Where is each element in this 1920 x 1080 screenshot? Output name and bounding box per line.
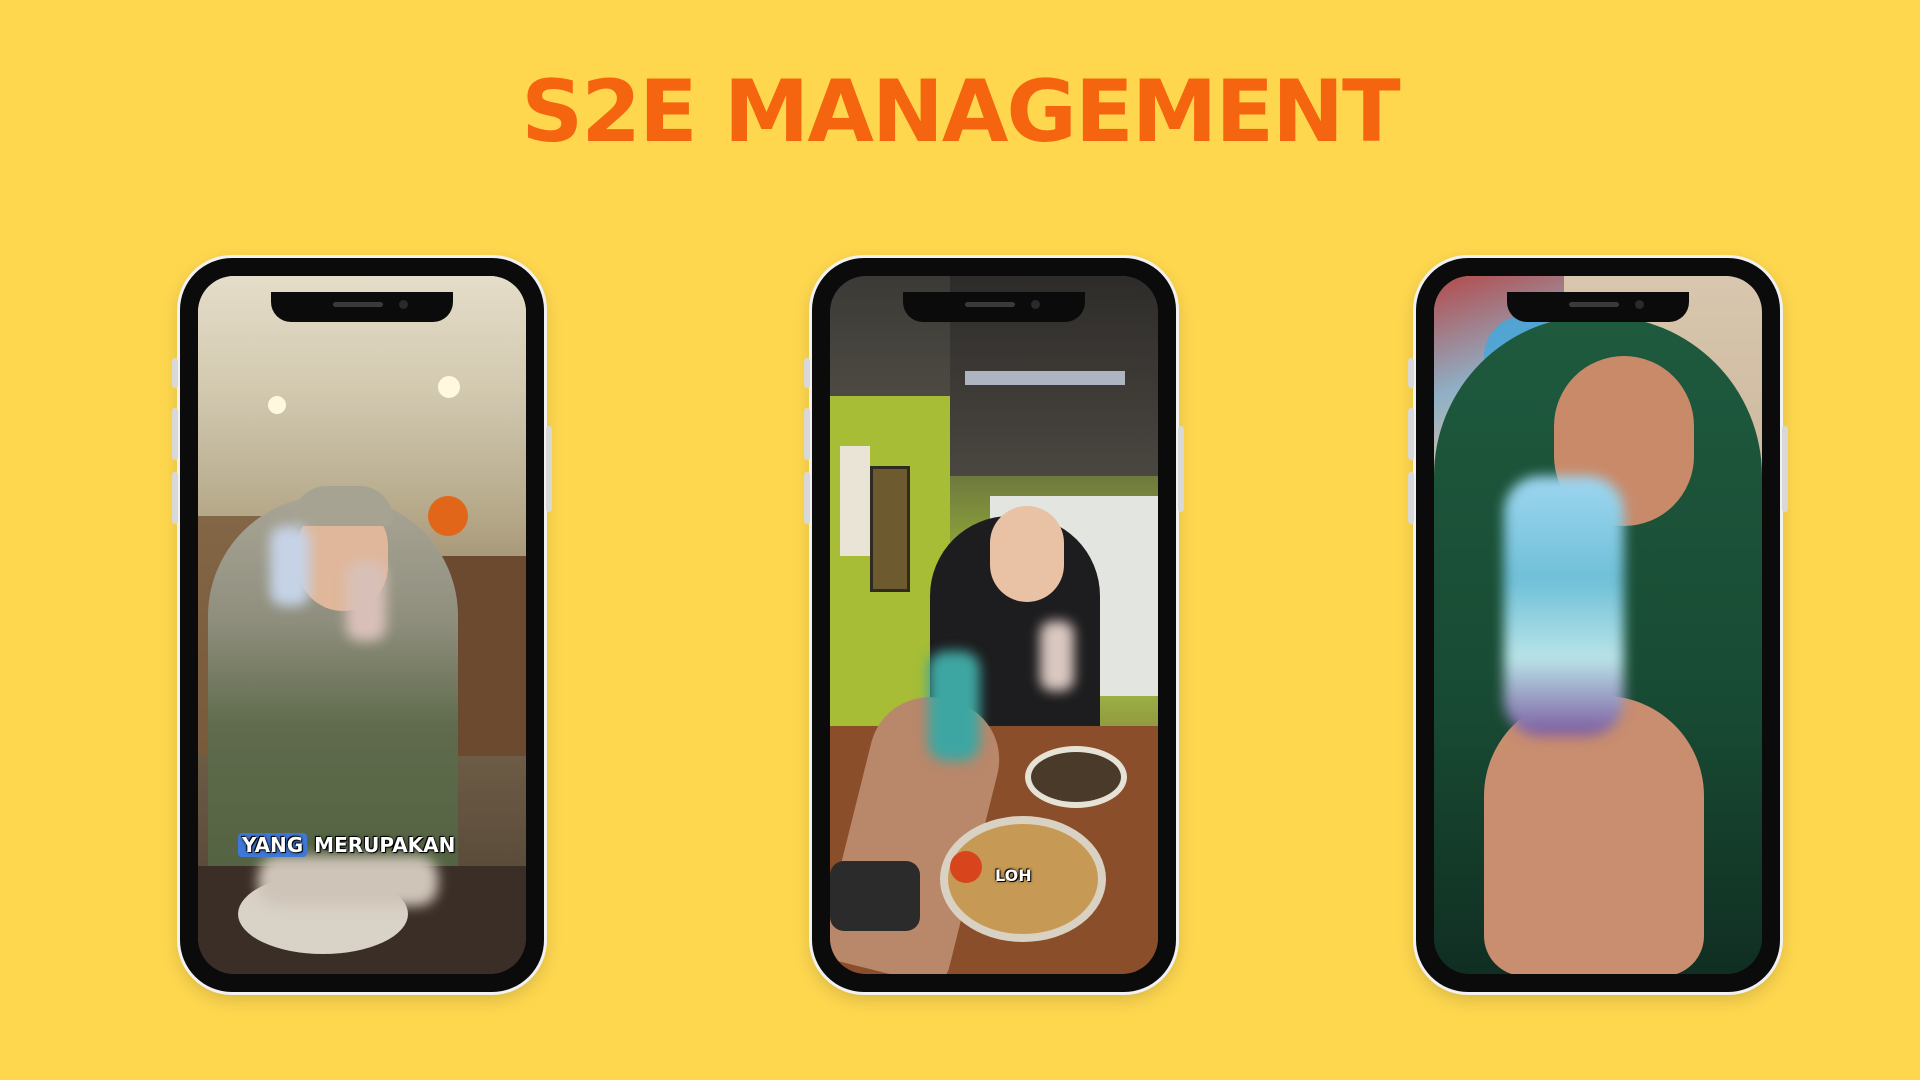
- product-bottle-blurred: [1504, 476, 1624, 736]
- phone-power-button: [1782, 426, 1788, 512]
- front-camera-icon: [1031, 300, 1040, 309]
- phone-volume-up-button: [1408, 408, 1414, 460]
- product-bottle-blurred: [928, 651, 980, 761]
- speaker-icon: [965, 302, 1015, 307]
- caption-highlight: YANG: [238, 833, 308, 857]
- phone-side-button: [804, 358, 810, 388]
- phone-volume-down-button: [172, 472, 178, 524]
- video-caption: YANG MERUPAKAN: [238, 833, 455, 857]
- phone-side-button: [172, 358, 178, 388]
- caption-text: MERUPAKAN: [314, 833, 456, 857]
- phone-notch: [903, 292, 1085, 322]
- video-thumbnail-3[interactable]: [1434, 276, 1762, 974]
- video-thumbnail-2[interactable]: LOH: [830, 276, 1158, 974]
- speaker-icon: [1569, 302, 1619, 307]
- video-caption: LOH: [995, 866, 1032, 885]
- product-bottle-blurred: [346, 561, 386, 641]
- phone-volume-up-button: [804, 408, 810, 460]
- phone-notch: [1507, 292, 1689, 322]
- phone-volume-down-button: [804, 472, 810, 524]
- phone-mockup-2: LOH: [804, 258, 1184, 992]
- phone-power-button: [546, 426, 552, 512]
- product-bottle-blurred: [270, 526, 310, 606]
- phone-volume-down-button: [1408, 472, 1414, 524]
- product-bottle-blurred: [1040, 621, 1074, 691]
- speaker-icon: [333, 302, 383, 307]
- phone-volume-up-button: [172, 408, 178, 460]
- phone-notch: [271, 292, 453, 322]
- phone-mockup-3: [1408, 258, 1788, 992]
- phone-side-button: [1408, 358, 1414, 388]
- page-title: S2E MANAGEMENT: [521, 62, 1400, 162]
- phone-power-button: [1178, 426, 1184, 512]
- front-camera-icon: [399, 300, 408, 309]
- front-camera-icon: [1635, 300, 1644, 309]
- video-thumbnail-1[interactable]: YANG MERUPAKAN: [198, 276, 526, 974]
- hand: [1484, 696, 1704, 974]
- phone-mockup-1: YANG MERUPAKAN: [172, 258, 552, 992]
